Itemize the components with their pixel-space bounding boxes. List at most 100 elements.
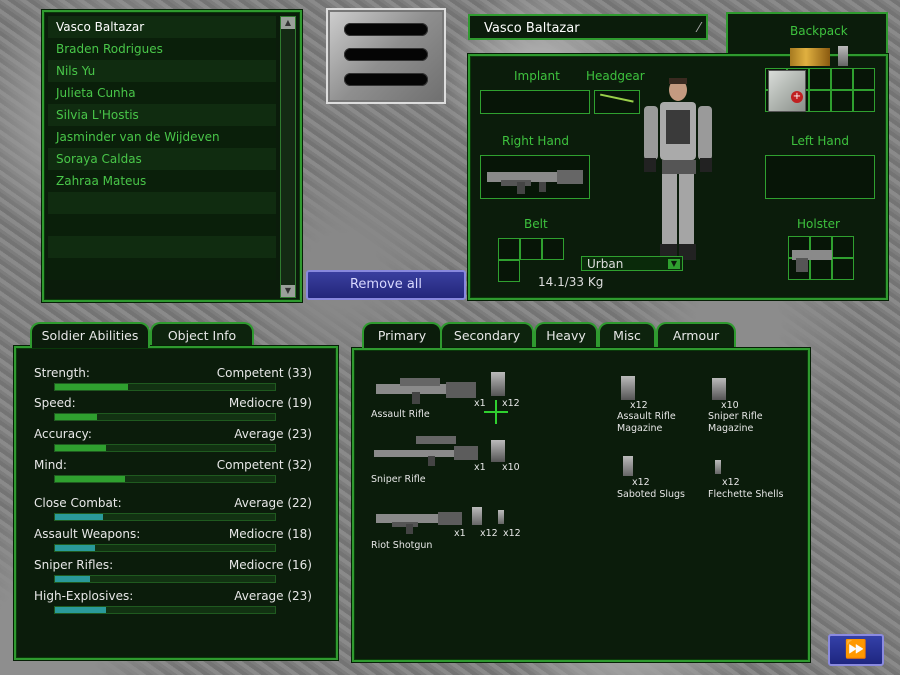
weapon-label: Sniper Rifle bbox=[371, 474, 426, 485]
soldier-roster: Vasco Baltazar Braden Rodrigues Nils Yu … bbox=[42, 10, 302, 302]
ability-name: Accuracy: bbox=[34, 427, 92, 441]
ability-name: Speed: bbox=[34, 396, 76, 410]
ability-bar bbox=[54, 575, 276, 583]
remove-all-button[interactable]: Remove all bbox=[306, 270, 466, 300]
tab-heavy[interactable]: Heavy bbox=[534, 322, 598, 348]
weapon-quantity: x1 bbox=[454, 528, 466, 539]
menu-button[interactable] bbox=[326, 8, 446, 104]
sniper-rifle-icon[interactable] bbox=[372, 430, 482, 468]
soldier-list-item[interactable]: Vasco Baltazar bbox=[48, 16, 276, 38]
menu-bar-icon bbox=[344, 23, 428, 36]
weight-readout: 14.1/33 Kg bbox=[538, 275, 604, 289]
soldier-list-item[interactable] bbox=[48, 236, 276, 258]
tab-secondary[interactable]: Secondary bbox=[440, 322, 534, 348]
fast-forward-icon: ⏩ bbox=[844, 639, 868, 660]
soldier-list-item[interactable]: Silvia L'Hostis bbox=[48, 104, 276, 126]
ability-name: Close Combat: bbox=[34, 496, 122, 510]
ability-rating: Mediocre (16) bbox=[228, 558, 312, 572]
menu-bar-icon bbox=[344, 48, 428, 61]
right-hand-slot[interactable] bbox=[480, 155, 590, 199]
scroll-down-icon[interactable]: ▼ bbox=[281, 285, 295, 297]
ammo-quantity: x10 bbox=[721, 400, 739, 411]
soldier-figure bbox=[644, 78, 712, 260]
magazine-icon[interactable] bbox=[621, 376, 635, 400]
soldier-name-field[interactable]: Vasco Baltazar ⁄ bbox=[468, 14, 708, 40]
ammo-clip-icon[interactable] bbox=[838, 46, 848, 66]
ability-bar bbox=[54, 383, 276, 391]
soldier-list-item[interactable] bbox=[48, 192, 276, 214]
tab-armour[interactable]: Armour bbox=[656, 322, 736, 348]
goggles-icon bbox=[598, 93, 634, 111]
ability-bar bbox=[54, 413, 276, 421]
menu-bar-icon bbox=[344, 73, 428, 86]
magazine-icon[interactable] bbox=[491, 440, 505, 462]
ability-bar bbox=[54, 444, 276, 452]
implant-slot[interactable] bbox=[480, 90, 590, 114]
soldier-list-item[interactable]: Jasminder van de Wijdeven bbox=[48, 126, 276, 148]
next-button[interactable]: ⏩ bbox=[828, 634, 884, 666]
pistol-icon[interactable] bbox=[790, 246, 836, 276]
ammo-clip-icon[interactable] bbox=[790, 48, 830, 66]
ability-bar-fill bbox=[55, 607, 106, 613]
soldier-list-item[interactable] bbox=[48, 214, 276, 236]
shell-icon[interactable] bbox=[472, 507, 482, 525]
medkit-icon[interactable]: + bbox=[768, 70, 806, 112]
ability-name: Strength: bbox=[34, 366, 90, 380]
weapon-label: Riot Shotgun bbox=[371, 540, 433, 551]
scroll-up-icon[interactable]: ▲ bbox=[281, 17, 295, 29]
ability-bar bbox=[54, 513, 276, 521]
implant-label: Implant bbox=[514, 69, 560, 83]
ammo-label: Flechette Shells bbox=[708, 489, 784, 500]
left-hand-label: Left Hand bbox=[791, 134, 849, 148]
chevron-down-icon[interactable]: ▼ bbox=[668, 259, 680, 269]
shell-icon[interactable] bbox=[715, 460, 721, 474]
tab-soldier-abilities[interactable]: Soldier Abilities bbox=[30, 322, 150, 348]
soldier-name-text: Vasco Baltazar bbox=[484, 21, 580, 36]
ammo-quantity: x12 bbox=[722, 477, 740, 488]
ability-rating: Competent (33) bbox=[216, 366, 312, 380]
ability-rating: Average (23) bbox=[234, 427, 312, 441]
holster-label: Holster bbox=[797, 217, 840, 231]
ability-bar-fill bbox=[55, 384, 128, 390]
soldier-list-item[interactable]: Julieta Cunha bbox=[48, 82, 276, 104]
weapon-label: Assault Rifle bbox=[371, 409, 430, 420]
shell-icon[interactable] bbox=[498, 510, 504, 524]
abilities-panel: Strength: Competent (33) Speed: Mediocre (1… bbox=[14, 346, 338, 660]
soldier-list-item[interactable]: Soraya Caldas bbox=[48, 148, 276, 170]
ammo-quantity: x12 bbox=[630, 400, 648, 411]
headgear-slot[interactable] bbox=[594, 90, 640, 114]
ability-rating: Average (22) bbox=[234, 496, 312, 510]
ability-name: High-Explosives: bbox=[34, 589, 134, 603]
riot-shotgun-icon bbox=[487, 170, 583, 194]
belt-label: Belt bbox=[524, 217, 548, 231]
ammo-quantity: x10 bbox=[502, 462, 520, 473]
ammo-label: Saboted Slugs bbox=[617, 489, 685, 500]
ability-name: Mind: bbox=[34, 458, 67, 472]
tab-object-info[interactable]: Object Info bbox=[150, 322, 254, 348]
soldier-list-item[interactable]: Nils Yu bbox=[48, 60, 276, 82]
camouflage-dropdown[interactable]: Urban ▼ bbox=[581, 256, 683, 271]
soldier-list-item[interactable]: Zahraa Mateus bbox=[48, 170, 276, 192]
ammo-label: Sniper Rifle Magazine bbox=[708, 411, 763, 434]
assault-rifle-icon[interactable] bbox=[372, 370, 480, 406]
ability-bar bbox=[54, 606, 276, 614]
roster-scrollbar[interactable]: ▲ ▼ bbox=[280, 16, 296, 298]
magazine-icon[interactable] bbox=[712, 378, 726, 400]
ability-rating: Mediocre (18) bbox=[228, 527, 312, 541]
ability-bar-fill bbox=[55, 414, 97, 420]
pencil-icon[interactable]: ⁄ bbox=[698, 16, 700, 42]
tab-primary[interactable]: Primary bbox=[362, 322, 442, 348]
backpack-label: Backpack bbox=[790, 24, 848, 38]
soldier-list-item[interactable]: Braden Rodrigues bbox=[48, 38, 276, 60]
ammo-quantity: x12 bbox=[503, 528, 521, 539]
ammo-label: Assault Rifle Magazine bbox=[617, 411, 676, 434]
ability-rating: Competent (32) bbox=[216, 458, 312, 472]
shell-icon[interactable] bbox=[623, 456, 633, 476]
ability-bar-fill bbox=[55, 576, 90, 582]
soldier-list-item[interactable] bbox=[48, 258, 276, 280]
ability-bar-fill bbox=[55, 476, 125, 482]
magazine-icon[interactable] bbox=[491, 372, 505, 396]
tab-misc[interactable]: Misc bbox=[598, 322, 656, 348]
left-hand-slot[interactable] bbox=[765, 155, 875, 199]
ability-rating: Mediocre (19) bbox=[228, 396, 312, 410]
